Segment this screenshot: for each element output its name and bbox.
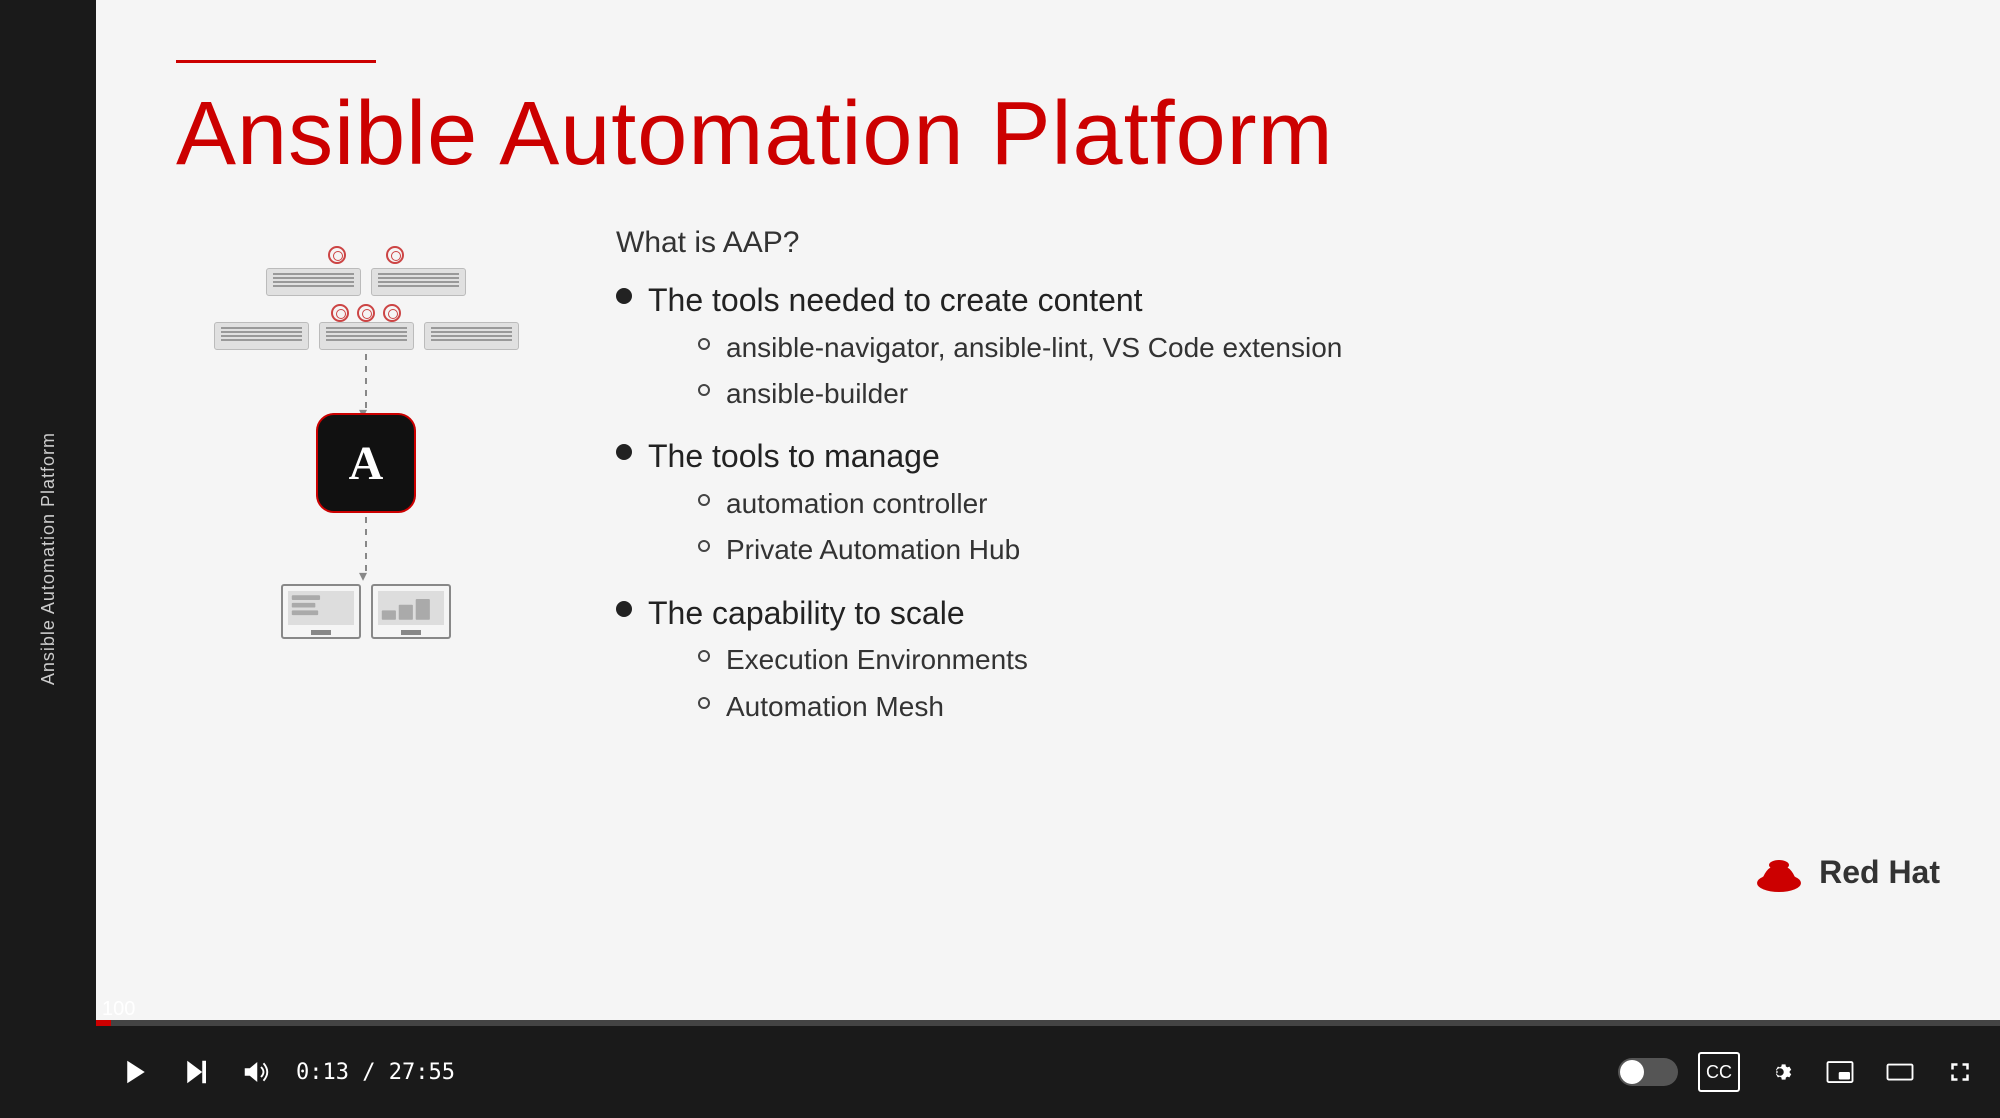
monitor-stand-1	[311, 630, 331, 635]
monitor-screen-1	[288, 591, 354, 625]
sub-text-1-2: ansible-builder	[726, 376, 908, 412]
server-box-2	[371, 268, 466, 296]
ansible-logo: A	[316, 413, 416, 513]
diagram: A	[176, 226, 556, 749]
circle-5	[383, 304, 401, 322]
bullet-dot-1	[616, 288, 632, 304]
bullet-text-1: The tools needed to create content	[648, 280, 1342, 322]
sub-dot-2-1	[698, 494, 710, 506]
sub-item-3-2: Automation Mesh	[698, 689, 1028, 725]
captions-button[interactable]: CC	[1698, 1052, 1740, 1092]
play-button[interactable]	[116, 1052, 156, 1092]
monitor-1	[281, 584, 361, 639]
quality-badge: 100	[96, 996, 141, 1023]
controls-bottom: 0:13 / 27:55 CC	[96, 1026, 2000, 1118]
slide-body: A	[176, 226, 1920, 749]
sidebar-label: Ansible Automation Platform	[38, 432, 59, 685]
slide-area: Ansible Automation Platform	[96, 0, 2000, 1020]
circle-1	[328, 246, 346, 264]
miniplayer-icon	[1825, 1057, 1855, 1087]
sub-item-1-2: ansible-builder	[698, 376, 1342, 412]
sub-dot-1-1	[698, 338, 710, 350]
redhat-text: Red Hat	[1819, 854, 1940, 891]
controls-bar: 0:13 / 27:55 CC	[96, 1020, 2000, 1118]
server-box-3	[214, 322, 309, 350]
circle-3	[331, 304, 349, 322]
circle-2	[386, 246, 404, 264]
sub-text-3-1: Execution Environments	[726, 642, 1028, 678]
sub-dot-2-2	[698, 540, 710, 552]
skip-button[interactable]	[176, 1052, 216, 1092]
bullet-dot-2	[616, 444, 632, 460]
monitor-2	[371, 584, 451, 639]
settings-icon	[1765, 1057, 1795, 1087]
sub-text-1-1: ansible-navigator, ansible-lint, VS Code…	[726, 330, 1342, 366]
miniplayer-button[interactable]	[1820, 1052, 1860, 1092]
bullet-dot-3	[616, 601, 632, 617]
theater-button[interactable]	[1880, 1052, 1920, 1092]
settings-button[interactable]	[1760, 1052, 1800, 1092]
sub-item-1-1: ansible-navigator, ansible-lint, VS Code…	[698, 330, 1342, 366]
monitor-stand-2	[401, 630, 421, 635]
bullet-text-3: The capability to scale	[648, 593, 1028, 635]
controls-right: CC	[1618, 1052, 1980, 1092]
fullscreen-button[interactable]	[1940, 1052, 1980, 1092]
redhat-hat-icon	[1752, 845, 1807, 900]
sub-list-3: Execution Environments Automation Mesh	[698, 642, 1028, 725]
progress-fill	[96, 1020, 111, 1026]
server-row-top	[266, 268, 466, 296]
sub-dot-1-2	[698, 384, 710, 396]
bullet-2: The tools to manage automation controlle…	[616, 436, 1920, 578]
diagram-circles-top	[328, 246, 404, 264]
sub-item-2-2: Private Automation Hub	[698, 532, 1020, 568]
circle-4	[357, 304, 375, 322]
fullscreen-icon	[1945, 1057, 1975, 1087]
server-box-5	[424, 322, 519, 350]
sub-item-3-1: Execution Environments	[698, 642, 1028, 678]
sub-list-2: automation controller Private Automation…	[698, 486, 1020, 569]
sub-dot-3-2	[698, 697, 710, 709]
volume-icon	[241, 1057, 271, 1087]
theater-icon	[1885, 1057, 1915, 1087]
server-box-4	[319, 322, 414, 350]
play-icon	[121, 1057, 151, 1087]
controls-left: 0:13 / 27:55	[116, 1052, 455, 1092]
sub-text-2-1: automation controller	[726, 486, 987, 522]
sub-dot-3-1	[698, 650, 710, 662]
server-box-1	[266, 268, 361, 296]
progress-bar[interactable]	[96, 1020, 2000, 1026]
toggle-knob	[1620, 1060, 1644, 1084]
time-display: 0:13 / 27:55	[296, 1060, 455, 1085]
bullet-1: The tools needed to create content ansib…	[616, 280, 1920, 422]
sub-item-2-1: automation controller	[698, 486, 1020, 522]
sidebar: Ansible Automation Platform	[0, 0, 96, 1118]
captions-label: CC	[1706, 1062, 1732, 1083]
bullet-3: The capability to scale Execution Enviro…	[616, 593, 1920, 735]
server-row-bottom	[214, 322, 519, 350]
circles-row-3	[331, 304, 401, 322]
skip-icon	[181, 1057, 211, 1087]
ansible-letter: A	[349, 436, 384, 491]
content-list: What is AAP? The tools needed to create …	[616, 226, 1920, 749]
monitor-group	[281, 584, 451, 639]
sub-text-3-2: Automation Mesh	[726, 689, 944, 725]
volume-button[interactable]	[236, 1052, 276, 1092]
monitor-screen-2	[378, 591, 444, 625]
bullet-text-2: The tools to manage	[648, 436, 1020, 478]
arrow-down-1	[365, 354, 367, 409]
arrow-down-2	[365, 517, 367, 572]
red-accent-line	[176, 60, 376, 63]
redhat-logo: Red Hat	[1752, 845, 1940, 900]
sub-list-1: ansible-navigator, ansible-lint, VS Code…	[698, 330, 1342, 413]
autoplay-toggle[interactable]	[1618, 1058, 1678, 1086]
sub-text-2-2: Private Automation Hub	[726, 532, 1020, 568]
slide-title: Ansible Automation Platform	[176, 83, 1920, 186]
what-is-label: What is AAP?	[616, 226, 1920, 260]
